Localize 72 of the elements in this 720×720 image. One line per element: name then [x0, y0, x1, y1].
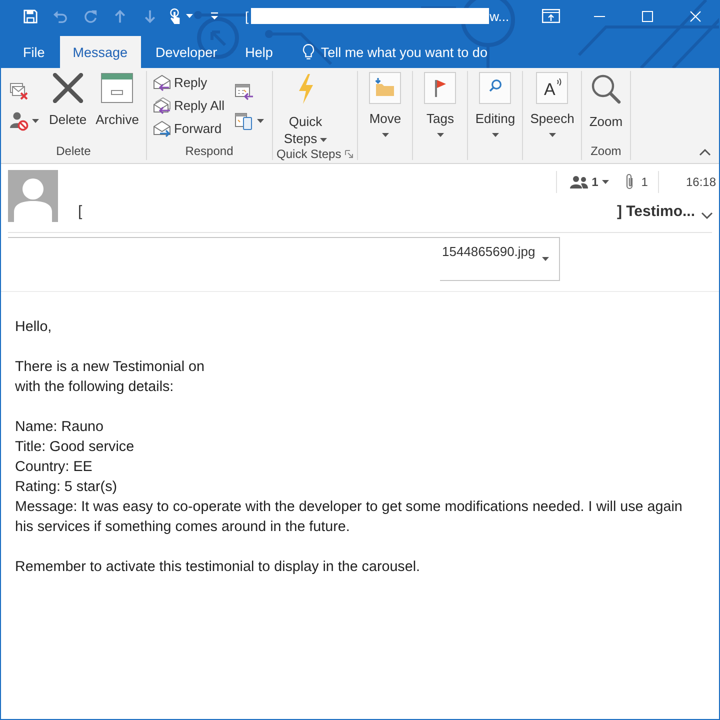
ribbon-button[interactable]: A Speech	[526, 71, 578, 137]
calendar-phone-icon[interactable]	[234, 112, 254, 130]
attachment-count-text: 1	[641, 175, 648, 189]
flag-icon	[424, 72, 456, 104]
dialog-launcher-icon[interactable]	[345, 150, 354, 158]
ribbon-button[interactable]: Move	[361, 71, 410, 137]
envelopes-cross-icon[interactable]	[9, 81, 29, 101]
paperclip-icon	[625, 173, 636, 191]
ribbon-button[interactable]: Forward	[150, 117, 228, 140]
recipients-button[interactable]: 1	[570, 175, 610, 189]
x-icon	[52, 73, 84, 103]
window-title-text: [	[245, 8, 249, 24]
ribbon-button[interactable]: Delete	[45, 71, 91, 128]
caret-icon[interactable]	[602, 180, 610, 184]
ribbon-button[interactable]: Quick Steps	[276, 71, 336, 147]
ribbon-button[interactable]: Zoom	[585, 71, 627, 130]
subject-text: [	[78, 202, 82, 220]
people-icon	[570, 175, 588, 189]
chevron-up-icon[interactable]	[699, 149, 711, 156]
ribbon-button[interactable]: Reply All	[150, 94, 228, 117]
avatar-icon	[8, 170, 58, 222]
caret-icon[interactable]	[32, 119, 39, 123]
caret-icon[interactable]	[256, 119, 264, 123]
email-text-line: Hello,	[15, 318, 53, 337]
email-text-line: Rating: 5 star(s)	[15, 478, 118, 497]
ribbon-button[interactable]: Reply	[150, 71, 228, 94]
customize-caret-icon[interactable]	[210, 12, 218, 20]
archive-box-icon	[101, 73, 134, 103]
blocked-person-icon[interactable]	[9, 111, 29, 131]
window-title-text: w...	[490, 8, 510, 24]
caret-icon[interactable]	[320, 138, 328, 142]
caret-icon[interactable]	[492, 133, 499, 137]
email-text-line: Title: Good service	[15, 438, 136, 457]
ribbon-button[interactable]: Tags	[416, 71, 464, 137]
email-text-line: There is a new Testimonial on	[15, 358, 206, 377]
ribbon-group-label: Delete	[56, 144, 91, 158]
caret-icon[interactable]	[382, 133, 389, 137]
subject-text: ] Testimo...	[616, 202, 695, 220]
email-text-line: Message: It was easy to co-operate with the developer to get some modifications needed. I will use again his services if something comes around in the future.	[15, 498, 684, 537]
ribbon-group-label: Zoom	[590, 144, 622, 158]
received-time-text: 16:18	[686, 175, 716, 189]
envelope-arrow-icon	[152, 74, 172, 91]
envelopes-arrow-icon	[152, 97, 172, 114]
envelope-arrow-icon	[152, 120, 172, 137]
hand-pointer-icon[interactable]	[167, 8, 182, 24]
ribbon-tab[interactable]: Help	[232, 36, 286, 68]
email-text-line: Name: Rauno	[15, 418, 104, 437]
search-icon	[479, 72, 512, 104]
email-text-line: Remember to activate this testimonial to display in the carousel.	[15, 558, 422, 577]
email-text-line: with the following details:	[15, 378, 175, 397]
caret-icon[interactable]	[186, 14, 193, 18]
maximize-icon[interactable]	[642, 10, 652, 22]
icon-letter-text: A	[544, 80, 556, 99]
caret-icon[interactable]	[548, 133, 556, 137]
magnifier-icon	[590, 73, 622, 105]
ribbon-button[interactable]: Editing	[471, 71, 520, 137]
calendar-arrow-icon[interactable]	[234, 82, 254, 100]
ribbon-group-label: Quick Steps	[276, 147, 342, 161]
email-text-line: Country: EE	[15, 458, 94, 477]
ribbon-tab[interactable]: File	[10, 36, 58, 68]
chevron-down-icon[interactable]	[701, 212, 713, 218]
tell-me-search-field[interactable]: Tell me what you want to do	[320, 44, 493, 60]
caret-icon[interactable]	[436, 133, 444, 137]
ribbon-button[interactable]: Archive	[92, 71, 143, 128]
ribbon-group-label: Respond	[185, 144, 234, 158]
save-icon[interactable]	[22, 8, 38, 24]
ribbon-tab[interactable]: Message	[60, 36, 141, 68]
close-icon[interactable]	[690, 10, 700, 22]
attachment-card[interactable]: 1544865690.jpg	[8, 237, 560, 281]
caret-icon[interactable]	[542, 257, 549, 261]
ribbon-tab[interactable]: Developer	[142, 36, 230, 68]
lightbulb-icon	[302, 43, 315, 61]
